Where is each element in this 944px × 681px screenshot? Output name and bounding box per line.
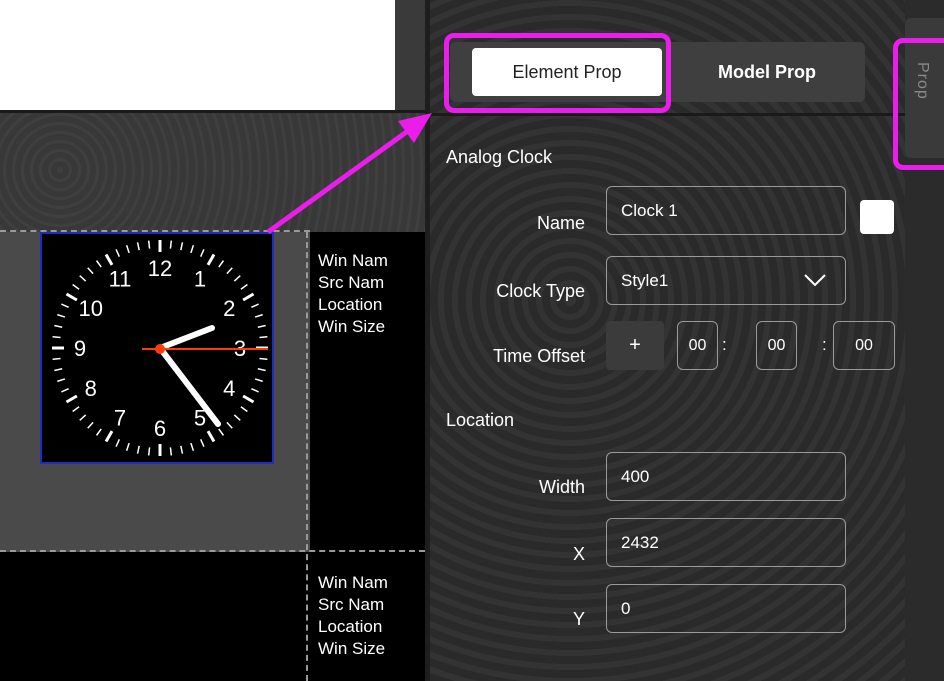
annotation-arrow: [266, 113, 432, 235]
